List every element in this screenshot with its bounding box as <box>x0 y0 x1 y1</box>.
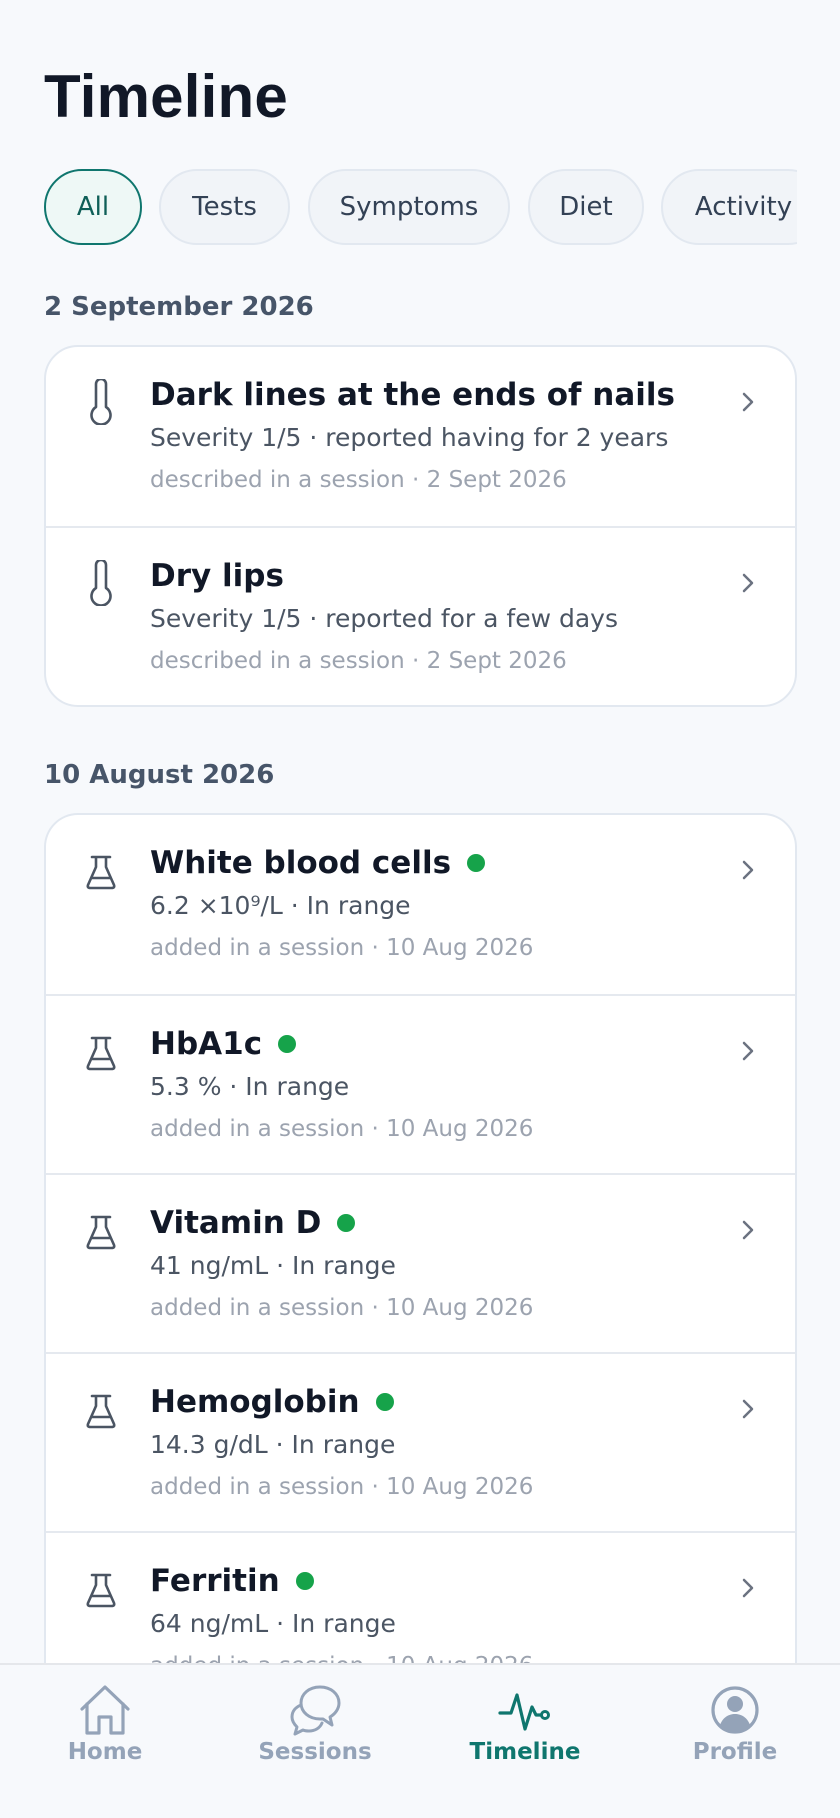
chevron-right-icon <box>742 573 754 593</box>
filter-chip-symptoms[interactable]: Symptoms <box>308 169 510 245</box>
flask-icon <box>86 1573 116 1608</box>
timeline-card: Dark lines at the ends of nails Severity… <box>44 345 797 707</box>
filter-chip-tests[interactable]: Tests <box>159 169 290 245</box>
date-heading: 2 September 2026 <box>44 292 314 322</box>
chat-bubbles-icon <box>290 1685 341 1736</box>
chevron-right-icon <box>742 1578 754 1598</box>
status-dot-in-range <box>295 1572 314 1590</box>
tab-label: Profile <box>692 1739 778 1765</box>
symptom-row[interactable]: Dark lines at the ends of nails Severity… <box>46 347 795 526</box>
date-heading: 10 August 2026 <box>44 760 275 790</box>
row-detail: Severity 1/5 · reported for a few days <box>150 604 618 633</box>
row-meta: described in a session · 2 Sept 2026 <box>150 648 567 674</box>
tab-label: Sessions <box>258 1739 372 1765</box>
symptom-row[interactable]: Dry lips Severity 1/5 · reported for a f… <box>46 526 795 705</box>
row-title: White blood cells <box>150 845 486 881</box>
pulse-icon <box>498 1693 550 1731</box>
tab-profile[interactable]: Profile <box>630 1665 840 1818</box>
bottom-tab-bar: Home Sessions Timeline Profile <box>0 1663 840 1818</box>
user-circle-icon <box>711 1686 759 1734</box>
row-detail: 41 ng/mL · In range <box>150 1251 396 1280</box>
row-title: Ferritin <box>150 1563 314 1599</box>
thermometer-icon <box>90 560 112 606</box>
filter-chips: All Tests Symptoms Diet Activity <box>0 169 797 245</box>
chevron-right-icon <box>742 392 754 412</box>
filter-chip-diet[interactable]: Diet <box>528 169 644 245</box>
row-meta: added in a session · 10 Aug 2026 <box>150 1474 534 1500</box>
flask-icon <box>86 1036 116 1071</box>
row-title: Vitamin D <box>150 1205 356 1241</box>
row-meta: described in a session · 2 Sept 2026 <box>150 467 567 493</box>
chevron-right-icon <box>742 860 754 880</box>
filter-chip-activity[interactable]: Activity <box>661 169 797 245</box>
test-result-row[interactable]: White blood cells 6.2 ×10⁹/L · In range … <box>46 815 795 994</box>
row-title: Dry lips <box>150 558 284 594</box>
filter-chip-all[interactable]: All <box>44 169 142 245</box>
test-result-row[interactable]: Hemoglobin 14.3 g/dL · In range added in… <box>46 1352 795 1531</box>
row-meta: added in a session · 10 Aug 2026 <box>150 1116 534 1142</box>
tab-home[interactable]: Home <box>0 1665 210 1818</box>
row-detail: 64 ng/mL · In range <box>150 1609 396 1638</box>
row-title: Dark lines at the ends of nails <box>150 377 675 413</box>
row-title: Hemoglobin <box>150 1384 394 1420</box>
tab-label: Timeline <box>469 1739 581 1765</box>
row-detail: 6.2 ×10⁹/L · In range <box>150 891 411 920</box>
row-meta: added in a session · 10 Aug 2026 <box>150 1295 534 1321</box>
chevron-right-icon <box>742 1399 754 1419</box>
status-dot-in-range <box>375 1393 394 1411</box>
row-detail: Severity 1/5 · reported having for 2 yea… <box>150 423 669 452</box>
timeline-screen: Timeline All Tests Symptoms Diet Activit… <box>0 0 840 1818</box>
row-detail: 5.3 % · In range <box>150 1072 350 1101</box>
test-result-row[interactable]: Vitamin D 41 ng/mL · In range added in a… <box>46 1173 795 1352</box>
test-result-row[interactable]: Ferritin 64 ng/mL · In range added in a … <box>46 1531 795 1673</box>
status-dot-in-range <box>337 1214 356 1232</box>
row-title: HbA1c <box>150 1026 297 1062</box>
row-meta: added in a session · 10 Aug 2026 <box>150 935 534 961</box>
test-result-row[interactable]: HbA1c 5.3 % · In range added in a sessio… <box>46 994 795 1173</box>
tab-sessions[interactable]: Sessions <box>210 1665 420 1818</box>
flask-icon <box>86 1394 116 1429</box>
flask-icon <box>86 855 116 890</box>
status-dot-in-range <box>467 854 486 872</box>
row-detail: 14.3 g/dL · In range <box>150 1430 396 1459</box>
flask-icon <box>86 1215 116 1250</box>
chevron-right-icon <box>742 1041 754 1061</box>
tab-timeline[interactable]: Timeline <box>420 1665 630 1818</box>
status-dot-in-range <box>278 1035 297 1053</box>
page-title: Timeline <box>44 63 288 130</box>
chevron-right-icon <box>742 1220 754 1240</box>
timeline-card: White blood cells 6.2 ×10⁹/L · In range … <box>44 813 797 1673</box>
home-icon <box>80 1685 130 1735</box>
thermometer-icon <box>90 379 112 425</box>
tab-label: Home <box>67 1739 143 1765</box>
